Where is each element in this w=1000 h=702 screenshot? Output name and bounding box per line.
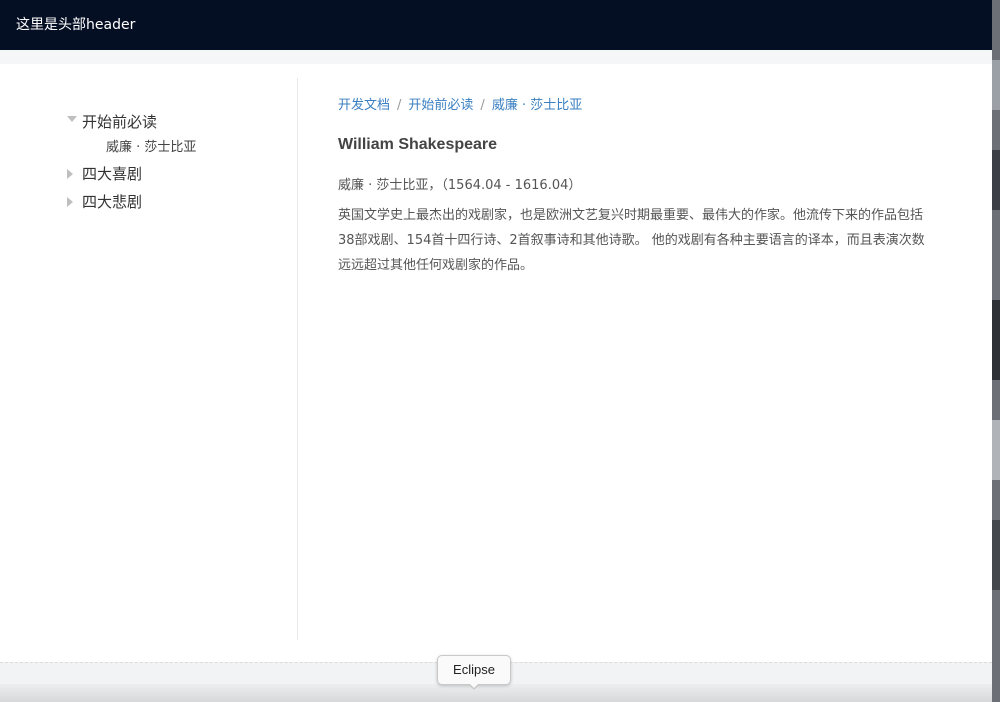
page-subtitle: 威廉 · 莎士比亚，（1564.04 - 1616.04）: [338, 178, 582, 193]
page-paragraph: 英国文学史上最杰出的戏剧家，也是欧洲文艺复兴时期最重要、最伟大的作家。他流传下来…: [338, 208, 925, 273]
breadcrumb-link-docs[interactable]: 开发文档: [338, 98, 390, 113]
background-block: [992, 300, 1000, 380]
background-window-edge: [992, 0, 1000, 702]
tree-leaf-shakespeare[interactable]: 威廉 · 莎士比亚: [64, 136, 196, 160]
tree-node-label: 四大喜剧: [82, 165, 143, 183]
background-block: [992, 150, 1000, 210]
caret-right-icon[interactable]: [67, 169, 73, 179]
app-window: 这里是头部header 开始前必读 威廉 · 莎士比亚 四大喜剧 四大悲剧 开发…: [0, 0, 992, 702]
breadcrumb-separator: /: [397, 98, 402, 113]
breadcrumb-separator: /: [480, 98, 485, 113]
background-block: [992, 60, 1000, 110]
dock-tooltip: Eclipse: [437, 655, 511, 685]
breadcrumb: 开发文档 / 开始前必读 / 威廉 · 莎士比亚: [338, 94, 928, 118]
tree-node-label: 四大悲剧: [82, 193, 143, 211]
caret-down-icon[interactable]: [67, 116, 77, 122]
tooltip-text: Eclipse: [453, 662, 495, 677]
background-block: [992, 420, 1000, 480]
caret-right-icon[interactable]: [67, 197, 73, 207]
nav-tree: 开始前必读 威廉 · 莎士比亚 四大喜剧 四大悲剧: [64, 108, 196, 216]
breadcrumb-link-before-start[interactable]: 开始前必读: [408, 98, 473, 113]
page-title: William Shakespeare: [338, 136, 498, 153]
header-divider: [0, 50, 992, 64]
tree-leaf-label: 威廉 · 莎士比亚: [106, 140, 197, 155]
main-content: 开发文档 / 开始前必读 / 威廉 · 莎士比亚 William Shakespeare…: [338, 94, 928, 278]
tree-node-comedies[interactable]: 四大喜剧: [64, 160, 196, 188]
dock-bar: [0, 684, 992, 702]
page-header: 这里是头部header: [0, 0, 992, 50]
tooltip-arrow: [469, 683, 479, 688]
tree-node-tragedies[interactable]: 四大悲剧: [64, 188, 196, 216]
background-block: [992, 520, 1000, 590]
breadcrumb-link-shakespeare[interactable]: 威廉 · 莎士比亚: [492, 98, 582, 113]
tree-node-before-start[interactable]: 开始前必读: [64, 108, 196, 136]
header-title: 这里是头部header: [16, 17, 136, 33]
sidebar: 开始前必读 威廉 · 莎士比亚 四大喜剧 四大悲剧: [0, 78, 298, 640]
content-area: 开始前必读 威廉 · 莎士比亚 四大喜剧 四大悲剧 开发文档 / 开始前必读 / 威廉 …: [0, 64, 992, 662]
tree-node-label: 开始前必读: [82, 113, 158, 131]
